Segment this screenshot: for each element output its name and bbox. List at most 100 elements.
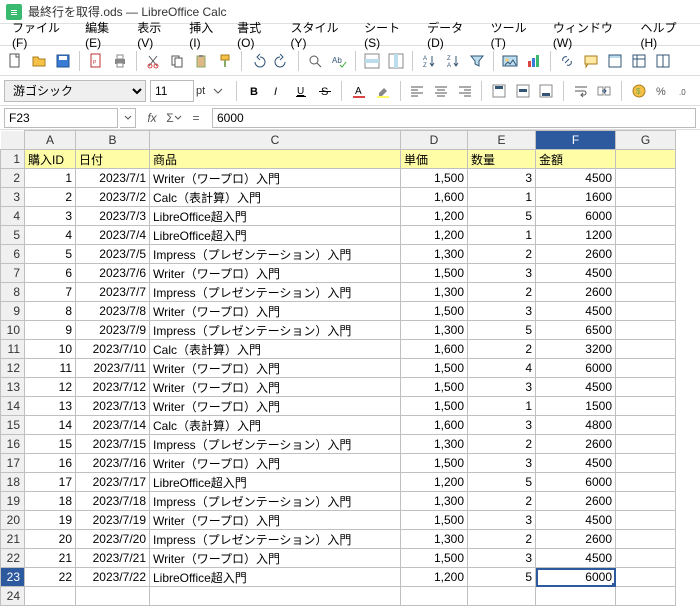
cell[interactable]: LibreOffice超入門 [150, 207, 401, 226]
column-button[interactable] [385, 50, 407, 72]
cell[interactable] [76, 587, 150, 606]
cell[interactable]: 2023/7/16 [76, 454, 150, 473]
cell[interactable]: 4500 [536, 549, 616, 568]
insert-chart-button[interactable] [523, 50, 545, 72]
cell[interactable]: 4 [25, 226, 76, 245]
align-center-button[interactable] [431, 80, 451, 102]
cell[interactable] [616, 511, 676, 530]
cell[interactable]: Impress（プレゼンテーション）入門 [150, 321, 401, 340]
name-box-dropdown[interactable] [120, 108, 136, 128]
cell[interactable]: 3 [468, 416, 536, 435]
cell[interactable]: 1 [468, 226, 536, 245]
cell[interactable]: 2023/7/21 [76, 549, 150, 568]
row-header[interactable]: 24 [1, 587, 25, 606]
cell[interactable]: 2023/7/22 [76, 568, 150, 587]
cell[interactable]: 2023/7/11 [76, 359, 150, 378]
cell[interactable]: Writer（ワープロ）入門 [150, 378, 401, 397]
cell[interactable]: 3 [468, 264, 536, 283]
cell[interactable]: Writer（ワープロ）入門 [150, 454, 401, 473]
cell[interactable]: Impress（プレゼンテーション）入門 [150, 435, 401, 454]
number-format-button[interactable]: .0 [676, 80, 696, 102]
highlight-color-button[interactable] [373, 80, 393, 102]
cell[interactable]: 20 [25, 530, 76, 549]
cell[interactable]: 数量 [468, 150, 536, 169]
cell[interactable] [616, 378, 676, 397]
column-header-E[interactable]: E [468, 131, 536, 150]
cell[interactable]: 6000 [536, 568, 616, 587]
row-header[interactable]: 5 [1, 226, 25, 245]
cell[interactable]: 5 [468, 207, 536, 226]
cell[interactable]: 6 [25, 264, 76, 283]
cell[interactable]: Impress（プレゼンテーション）入門 [150, 245, 401, 264]
row-header[interactable]: 12 [1, 359, 25, 378]
cell[interactable]: 1,500 [401, 397, 468, 416]
cell[interactable] [401, 587, 468, 606]
cell[interactable]: 14 [25, 416, 76, 435]
cell[interactable] [616, 435, 676, 454]
column-header-B[interactable]: B [76, 131, 150, 150]
cell[interactable]: 22 [25, 568, 76, 587]
cell[interactable]: 2023/7/6 [76, 264, 150, 283]
align-top-button[interactable] [489, 80, 509, 102]
cell[interactable]: 17 [25, 473, 76, 492]
row-header[interactable]: 6 [1, 245, 25, 264]
cell[interactable]: 2 [468, 492, 536, 511]
cell[interactable]: 単価 [401, 150, 468, 169]
strikethrough-button[interactable]: S [315, 80, 335, 102]
cell[interactable]: 1,300 [401, 435, 468, 454]
cell[interactable]: 1 [25, 169, 76, 188]
cell[interactable]: LibreOffice超入門 [150, 568, 401, 587]
cell[interactable]: 1 [468, 188, 536, 207]
cell[interactable] [536, 587, 616, 606]
align-left-button[interactable] [407, 80, 427, 102]
cell[interactable]: 6000 [536, 359, 616, 378]
font-size-input[interactable] [150, 80, 194, 102]
cell[interactable] [616, 359, 676, 378]
cell[interactable]: 2023/7/4 [76, 226, 150, 245]
cell[interactable]: 1,600 [401, 188, 468, 207]
cell[interactable]: Impress（プレゼンテーション）入門 [150, 492, 401, 511]
headers-button[interactable] [604, 50, 626, 72]
column-header-C[interactable]: C [150, 131, 401, 150]
cell[interactable]: 2023/7/2 [76, 188, 150, 207]
underline-button[interactable]: U [291, 80, 311, 102]
cell[interactable]: 6000 [536, 207, 616, 226]
row-header[interactable]: 23 [1, 568, 25, 587]
cell[interactable]: 5 [468, 321, 536, 340]
cell[interactable] [468, 587, 536, 606]
cell[interactable]: 1,500 [401, 359, 468, 378]
row-header[interactable]: 13 [1, 378, 25, 397]
column-header-F[interactable]: F [536, 131, 616, 150]
cell[interactable]: 日付 [76, 150, 150, 169]
name-box[interactable]: F23 [4, 108, 118, 128]
row-header[interactable]: 7 [1, 264, 25, 283]
cell[interactable]: 4500 [536, 511, 616, 530]
cell[interactable]: 13 [25, 397, 76, 416]
cell[interactable]: 4500 [536, 264, 616, 283]
cell[interactable]: Writer（ワープロ）入門 [150, 169, 401, 188]
row-header[interactable]: 14 [1, 397, 25, 416]
cell[interactable]: 5 [468, 568, 536, 587]
cell[interactable]: 2 [468, 340, 536, 359]
cell[interactable]: 1600 [536, 188, 616, 207]
row-button[interactable] [361, 50, 383, 72]
cell[interactable]: 21 [25, 549, 76, 568]
cell[interactable]: 5 [25, 245, 76, 264]
insert-link-button[interactable] [556, 50, 578, 72]
cell[interactable] [616, 264, 676, 283]
cell[interactable]: Writer（ワープロ）入門 [150, 397, 401, 416]
cell[interactable]: 2 [468, 245, 536, 264]
cell[interactable]: 商品 [150, 150, 401, 169]
cell[interactable] [616, 245, 676, 264]
cell[interactable]: 1200 [536, 226, 616, 245]
row-header[interactable]: 19 [1, 492, 25, 511]
cell[interactable]: 3 [468, 302, 536, 321]
percent-button[interactable]: % [653, 80, 673, 102]
cell[interactable]: 金額 [536, 150, 616, 169]
cell[interactable]: Impress（プレゼンテーション）入門 [150, 530, 401, 549]
cell[interactable]: 2023/7/13 [76, 397, 150, 416]
cell[interactable]: 11 [25, 359, 76, 378]
formula-input[interactable] [212, 108, 696, 128]
print-button[interactable] [109, 50, 131, 72]
cell[interactable]: 1,200 [401, 473, 468, 492]
